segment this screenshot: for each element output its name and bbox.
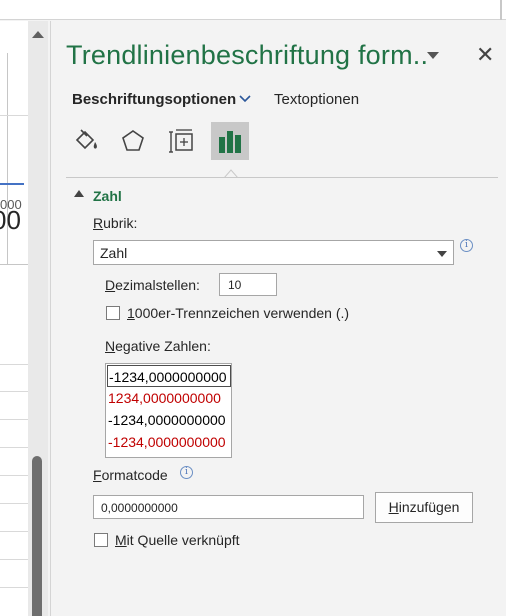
info-icon[interactable]: i (460, 239, 473, 252)
dropdown-arrow-icon (437, 251, 447, 257)
category-select-value: Zahl (100, 245, 128, 261)
label-options-tab[interactable] (211, 122, 249, 160)
chart-axis (0, 183, 24, 185)
info-icon[interactable]: i (180, 466, 193, 479)
category-label: Rubrik: (93, 215, 138, 231)
worksheet-area[interactable]: 000 00 (0, 21, 28, 616)
section-divider (66, 177, 498, 178)
format-code-label: Formatcode (93, 467, 168, 483)
grid-line (0, 447, 28, 448)
negative-numbers-label: Negative Zahlen: (105, 338, 211, 354)
effects-tab[interactable] (114, 122, 152, 160)
add-button[interactable]: Hinzufügen (375, 492, 473, 523)
grid-line (0, 475, 28, 476)
window-edge (500, 0, 502, 20)
linked-to-source-checkbox[interactable] (94, 533, 108, 547)
grid-line (0, 559, 28, 560)
pentagon-icon (122, 130, 144, 151)
grid-line (0, 419, 28, 420)
close-button[interactable]: ✕ (476, 44, 494, 66)
grid-line (0, 587, 28, 588)
negative-format-option[interactable]: -1234,0000000000 (107, 431, 231, 453)
grid-line (0, 115, 28, 116)
format-code-input[interactable]: 0,0000000000 (93, 495, 364, 519)
collapse-triangle-icon[interactable] (74, 190, 84, 197)
fill-line-tab[interactable] (67, 122, 105, 160)
grid-line (0, 364, 28, 365)
linked-to-source-label[interactable]: Mit Quelle verknüpft (115, 532, 240, 548)
negative-format-option[interactable]: 1234,0000000000 (107, 387, 231, 409)
scroll-thumb[interactable] (32, 456, 42, 616)
size-properties-icon (169, 129, 193, 153)
negative-format-option[interactable]: -1234,0000000000 (107, 365, 231, 387)
decimal-places-input[interactable]: 10 (219, 273, 277, 296)
pane-title: Trendlinienbeschriftung form.. (66, 40, 429, 70)
chevron-down-icon[interactable] (238, 91, 252, 105)
top-bar (0, 0, 506, 20)
trendline-label[interactable]: 00 (0, 205, 21, 236)
grid-line (0, 531, 28, 532)
grid-line (0, 391, 28, 392)
scroll-up-arrow-icon[interactable] (32, 31, 44, 38)
tab-label-options[interactable]: Beschriftungsoptionen (72, 91, 236, 108)
tab-text-options[interactable]: Textoptionen (274, 91, 359, 108)
decimal-places-label: Dezimalstellen: (105, 277, 200, 293)
bar-chart-icon (219, 131, 241, 153)
vertical-scrollbar[interactable] (28, 21, 48, 616)
category-select[interactable]: Zahl (93, 240, 454, 265)
negative-numbers-list[interactable]: -1234,0000000000 1234,0000000000 -1234,0… (105, 363, 232, 458)
paint-bucket-icon (75, 129, 97, 150)
section-title[interactable]: Zahl (93, 188, 122, 204)
pane-divider (50, 21, 51, 616)
thousands-separator-checkbox[interactable] (106, 306, 120, 320)
thousands-separator-label[interactable]: 1000er-Trennzeichen verwenden (.) (127, 305, 349, 321)
grid-line (0, 503, 28, 504)
chart-border (0, 264, 28, 265)
chevron-down-icon[interactable] (427, 52, 439, 59)
size-properties-tab[interactable] (163, 122, 201, 160)
negative-format-option[interactable]: -1234,0000000000 (107, 409, 231, 431)
